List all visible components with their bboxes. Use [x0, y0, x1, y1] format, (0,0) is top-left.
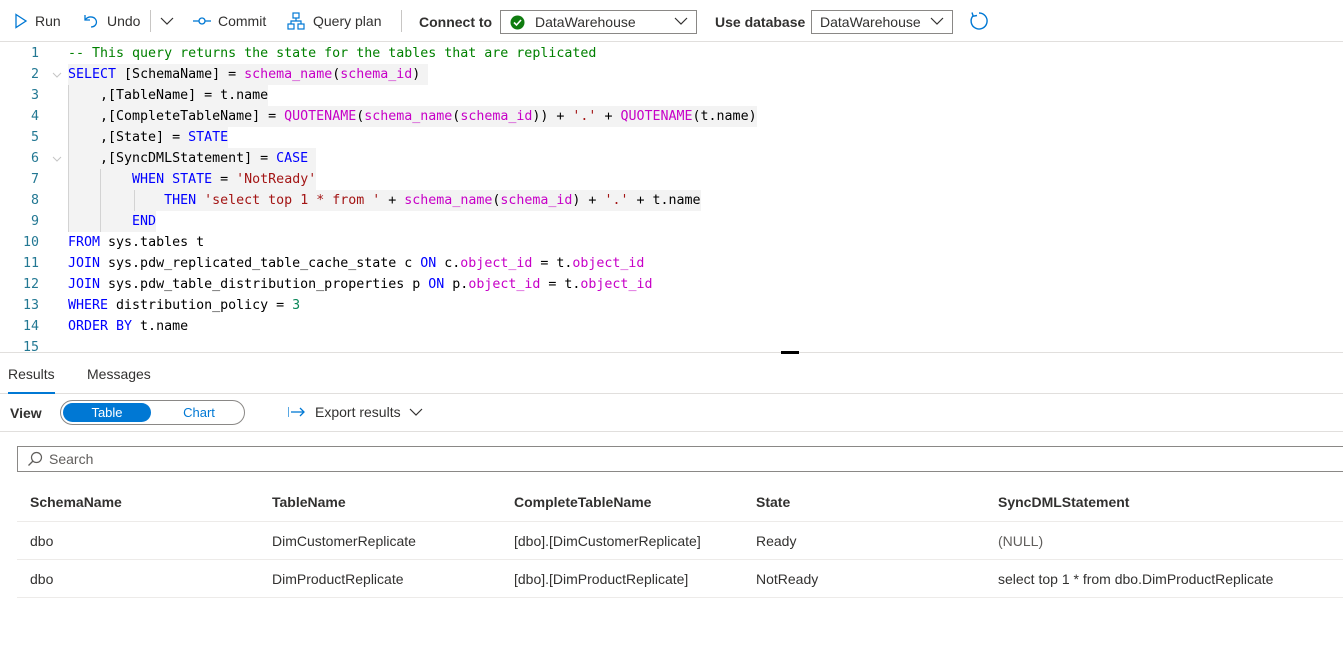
code-line: 11 JOIN sys.pdw_replicated_table_cache_st…	[0, 253, 1343, 274]
column-header-state[interactable]: State	[756, 482, 790, 522]
column-header-syncdmlstatement[interactable]: SyncDMLStatement	[998, 482, 1129, 522]
line-number: 9	[30, 214, 39, 229]
table-cell: dbo	[30, 571, 54, 587]
line-number: 10	[22, 235, 39, 250]
refresh-button[interactable]	[969, 0, 989, 42]
use-database-label: Use database	[715, 14, 806, 30]
view-toggle[interactable]: Table Chart	[60, 400, 245, 425]
line-number: 11	[22, 256, 39, 271]
chevron-down-icon	[160, 17, 174, 25]
table-cell: DimCustomerReplicate	[272, 533, 416, 549]
line-number: 8	[30, 193, 39, 208]
undo-dropdown-button[interactable]	[160, 0, 174, 42]
use-database-dropdown[interactable]: DataWarehouse	[811, 10, 953, 34]
chevron-down-icon	[674, 17, 688, 25]
column-header-completetablename[interactable]: CompleteTableName	[514, 482, 651, 522]
line-number: 6	[30, 151, 39, 166]
results-tabs: Results Messages	[0, 354, 1343, 394]
table-cell: NotReady	[756, 571, 819, 587]
column-header-tablename[interactable]: TableName	[272, 482, 346, 522]
query-plan-button[interactable]: Query plan	[287, 0, 381, 42]
chevron-down-icon	[930, 17, 944, 25]
code-line: 1 -- This query returns the state for the…	[0, 43, 1343, 64]
table-cell: Ready	[756, 533, 797, 549]
use-database-value: DataWarehouse	[820, 14, 921, 30]
line-number: 13	[22, 298, 39, 313]
undo-label: Undo	[107, 12, 141, 29]
table-cell: DimProductReplicate	[272, 571, 404, 587]
commit-label: Commit	[218, 12, 267, 29]
code-line: 14 ORDER BY t.name	[0, 316, 1343, 337]
indent-guide	[68, 85, 69, 232]
tab-messages[interactable]: Messages	[87, 354, 151, 394]
refresh-icon	[970, 11, 988, 30]
code-line: 6 ,[SyncDMLStatement] = CASE	[0, 148, 1343, 169]
search-placeholder: Search	[49, 451, 94, 467]
code-line: 15	[0, 337, 1343, 352]
fold-chevron-icon[interactable]	[52, 154, 62, 164]
code-line: 3 ,[TableName] = t.name	[0, 85, 1343, 106]
table-row[interactable]: dbo DimProductReplicate [dbo].[DimProduc…	[17, 560, 1343, 598]
line-number: 4	[30, 109, 39, 124]
undo-icon	[84, 14, 98, 28]
table-cell: [dbo].[DimProductReplicate]	[514, 571, 689, 587]
table-row[interactable]: dbo DimCustomerReplicate [dbo].[DimCusto…	[17, 522, 1343, 560]
results-view-bar: View Table Chart Export results	[0, 395, 1343, 432]
toolbar-divider	[150, 10, 151, 32]
query-plan-label: Query plan	[313, 12, 382, 29]
check-circle-icon	[510, 15, 525, 29]
column-header-schemaname[interactable]: SchemaName	[30, 482, 122, 522]
code-line: 8 THEN 'select top 1 * from ' + schema_n…	[0, 190, 1343, 211]
chevron-down-icon	[409, 408, 423, 416]
query-plan-icon	[287, 11, 305, 30]
commit-button[interactable]: Commit	[193, 0, 266, 42]
line-number: 2	[30, 67, 39, 82]
results-table: SchemaName TableName CompleteTableName S…	[17, 482, 1343, 598]
view-option-chart[interactable]: Chart	[157, 403, 241, 422]
table-header-row: SchemaName TableName CompleteTableName S…	[17, 482, 1343, 522]
line-number: 14	[22, 319, 39, 334]
table-cell: (NULL)	[998, 533, 1044, 549]
code-line: 9 END	[0, 211, 1343, 232]
code-line: 7 WHEN STATE = 'NotReady'	[0, 169, 1343, 190]
view-option-table[interactable]: Table	[63, 403, 151, 422]
export-arrow-icon	[288, 407, 305, 417]
line-number: 15	[22, 340, 39, 352]
editor-toolbar: Run Undo Commit Query plan Connect to Da…	[0, 0, 1343, 42]
code-line: 5 ,[State] = STATE	[0, 127, 1343, 148]
line-number: 12	[22, 277, 39, 292]
export-results-button[interactable]: Export results	[288, 404, 423, 420]
search-icon	[28, 451, 43, 466]
connect-to-dropdown[interactable]: DataWarehouse	[500, 10, 697, 34]
export-results-label: Export results	[315, 404, 401, 420]
line-number: 1	[30, 46, 39, 61]
code-editor[interactable]: 1 -- This query returns the state for the…	[0, 43, 1343, 352]
line-number: 3	[30, 88, 39, 103]
undo-button[interactable]: Undo	[81, 0, 140, 42]
line-number: 7	[30, 172, 39, 187]
code-line: 13 WHERE distribution_policy = 3	[0, 295, 1343, 316]
play-icon	[15, 12, 28, 29]
indent-guide	[100, 169, 101, 232]
results-search-input[interactable]: Search	[17, 446, 1343, 472]
toolbar-divider	[401, 10, 402, 32]
code-line: 4 ,[CompleteTableName] = QUOTENAME(schem…	[0, 106, 1343, 127]
code-line: 10 FROM sys.tables t	[0, 232, 1343, 253]
commit-icon	[193, 16, 211, 25]
table-cell: select top 1 * from dbo.DimProductReplic…	[998, 571, 1274, 587]
pane-splitter	[0, 352, 1343, 353]
fold-chevron-icon[interactable]	[52, 70, 62, 80]
table-cell: dbo	[30, 533, 54, 549]
connect-to-value: DataWarehouse	[535, 14, 636, 30]
table-cell: [dbo].[DimCustomerReplicate]	[514, 533, 701, 549]
indent-guide	[134, 190, 135, 211]
connect-to-label: Connect to	[419, 14, 493, 30]
tab-results[interactable]: Results	[8, 354, 55, 394]
code-line: 2 SELECT [SchemaName] = schema_name(schem…	[0, 64, 1343, 85]
run-button[interactable]: Run	[14, 0, 61, 42]
code-line: 12 JOIN sys.pdw_table_distribution_proper…	[0, 274, 1343, 295]
run-label: Run	[35, 12, 61, 29]
line-number: 5	[30, 130, 39, 145]
view-label: View	[10, 405, 42, 421]
